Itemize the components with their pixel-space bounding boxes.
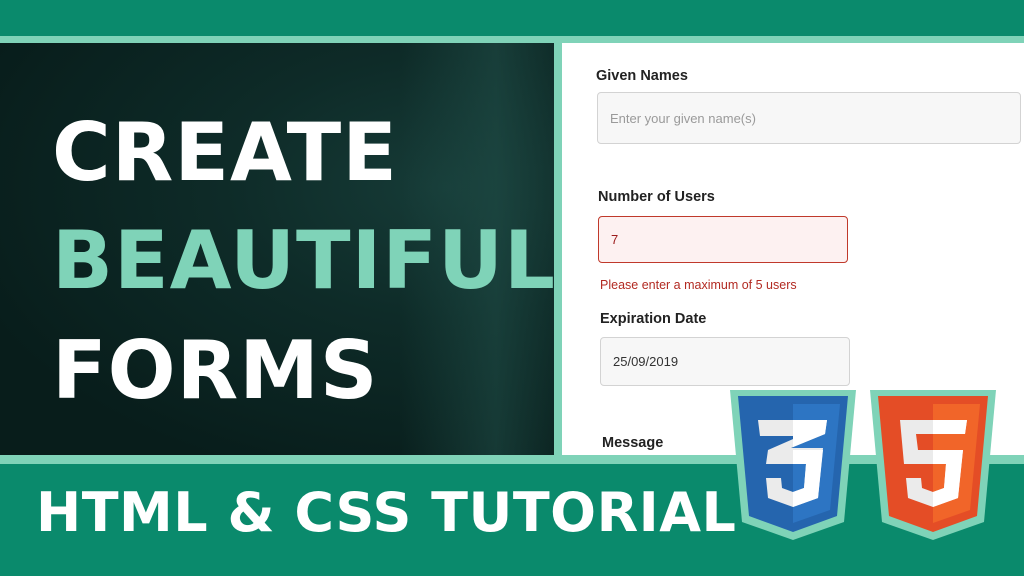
number-of-users-label: Number of Users [598,189,715,205]
users-error-message: Please enter a maximum of 5 users [600,278,797,292]
html5-logo-icon [870,390,996,540]
tutorial-title: HTML & CSS TUTORIAL [36,481,737,544]
headline-beautiful: BEAUTIFUL [52,214,555,307]
number-of-users-input[interactable] [598,216,848,263]
expiration-date-label: Expiration Date [600,311,707,327]
top-accent-line [0,36,1024,43]
headline-forms: FORMS [52,324,379,417]
panel-divider [554,43,562,456]
title-panel: CREATE BEAUTIFUL FORMS [0,43,555,456]
given-names-input[interactable] [597,92,1021,144]
expiration-date-input[interactable] [600,337,850,386]
headline-create: CREATE [52,106,398,199]
css3-logo-icon [730,390,856,540]
message-label: Message [602,435,664,451]
given-names-label: Given Names [596,68,688,84]
